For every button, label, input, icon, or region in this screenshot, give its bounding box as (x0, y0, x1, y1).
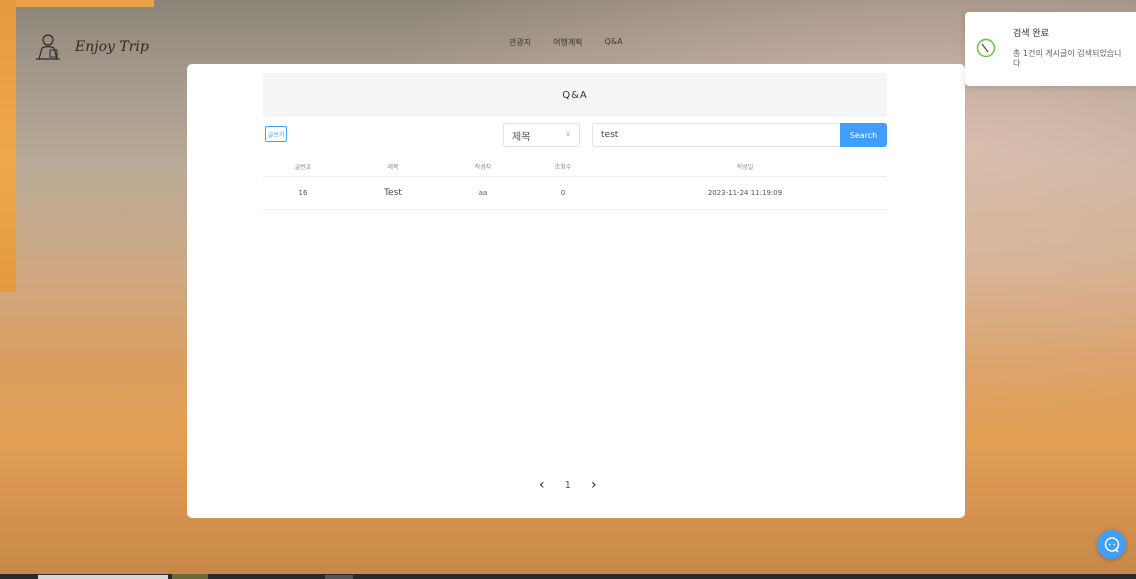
column-header-date: 작성일 (736, 163, 754, 171)
taskbar-item[interactable] (325, 575, 353, 579)
chat-button[interactable] (1097, 530, 1126, 559)
bottom-taskbar (0, 574, 1136, 579)
board-card: Q&A 글쓰기 제목 ∨ test Search 글번호 제목 작성자 조회수 … (187, 64, 965, 518)
column-header-author: 작성자 (474, 163, 492, 171)
column-header-views: 조회수 (554, 163, 572, 171)
background-window-tab (16, 0, 154, 7)
row-views: 0 (560, 189, 566, 197)
row-title[interactable]: Test (343, 177, 443, 209)
column-header-no: 글번호 (294, 163, 312, 171)
search-complete-toast: 검색 완료 총 1건의 게시글이 검색되었습니다 (965, 12, 1136, 86)
taskbar-item[interactable] (172, 574, 208, 579)
success-icon (976, 38, 996, 58)
page-number[interactable]: 1 (565, 480, 571, 491)
column-header-title: 제목 (387, 163, 399, 171)
main-nav: 관광지 여행계획 Q&A (509, 37, 623, 48)
toast-title: 검색 완료 (1013, 29, 1049, 39)
prev-page-button[interactable]: ‹ (539, 477, 545, 493)
site-logo[interactable]: Enjoy Trip (33, 32, 149, 62)
nav-item-trip-plan[interactable]: 여행계획 (553, 37, 582, 48)
taskbar-item[interactable] (38, 575, 168, 579)
table-row[interactable]: 16 Test aa 0 2023-11-24 11:19:09 (263, 177, 887, 210)
write-button[interactable]: 글쓰기 (265, 126, 287, 142)
background-window-edge (0, 0, 16, 292)
board-title: Q&A (263, 73, 887, 117)
search-field-selected: 제목 (512, 131, 531, 143)
row-author: aa (478, 189, 488, 197)
row-date: 2023-11-24 11:19:09 (707, 189, 783, 197)
pagination: ‹ 1 › (539, 477, 597, 493)
search-button[interactable]: Search (840, 123, 887, 147)
table-header: 글번호 제목 작성자 조회수 작성일 (263, 156, 887, 177)
next-page-button[interactable]: › (591, 477, 597, 493)
row-no: 16 (298, 189, 308, 197)
nav-item-attractions[interactable]: 관광지 (509, 37, 531, 48)
chevron-down-icon: ∨ (565, 129, 571, 138)
search-input[interactable]: test (592, 123, 841, 147)
logo-text: Enjoy Trip (75, 39, 149, 55)
toast-message: 총 1건의 게시글이 검색되었습니다 (1013, 49, 1122, 68)
traveler-icon (36, 34, 60, 60)
nav-item-qna[interactable]: Q&A (605, 37, 623, 48)
search-field-select[interactable]: 제목 ∨ (503, 123, 580, 147)
chat-icon (1104, 536, 1119, 553)
